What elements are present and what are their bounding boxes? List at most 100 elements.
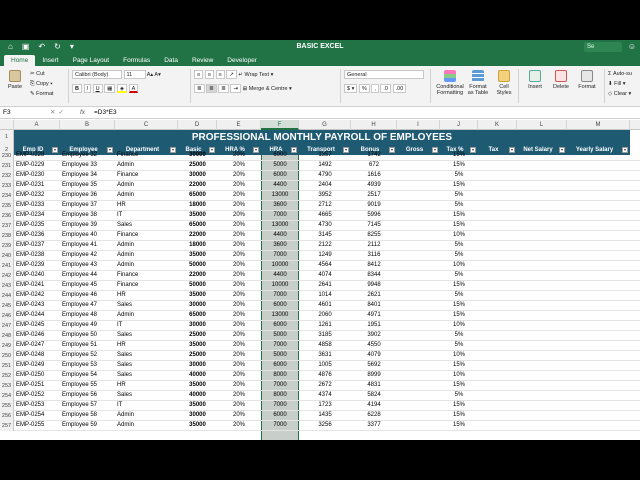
cell-bonus[interactable]: 5996 bbox=[351, 211, 397, 221]
cell-dept[interactable]: Finance bbox=[117, 231, 178, 241]
cell-hra[interactable]: 7000 bbox=[261, 421, 299, 431]
fx-icon[interactable]: fx bbox=[80, 108, 85, 118]
cell-tax[interactable]: 15% bbox=[440, 401, 478, 411]
cell-name[interactable]: Employee 35 bbox=[62, 181, 115, 191]
cell-tax[interactable]: 10% bbox=[440, 321, 478, 331]
cell-hra[interactable]: 10000 bbox=[261, 281, 299, 291]
cell-tr[interactable]: 1492 bbox=[299, 161, 351, 171]
cell-tr[interactable]: 4876 bbox=[299, 371, 351, 381]
cell-basic[interactable]: 22000 bbox=[178, 181, 217, 191]
autosum-button[interactable]: Σ Auto-su bbox=[608, 69, 632, 79]
cell-dept[interactable]: Sales bbox=[117, 331, 178, 341]
cell-tr[interactable]: 1005 bbox=[299, 361, 351, 371]
column-header-m[interactable]: M bbox=[567, 120, 630, 130]
cell-tr[interactable]: 4730 bbox=[299, 221, 351, 231]
cell-name[interactable]: Employee 58 bbox=[62, 411, 115, 421]
font-size-select[interactable]: 11 bbox=[123, 70, 146, 79]
row-header[interactable]: 234 bbox=[0, 191, 14, 201]
cell-name[interactable]: Employee 56 bbox=[62, 391, 115, 401]
cell-hrap[interactable]: 20% bbox=[217, 381, 261, 391]
cell-tax[interactable]: 15% bbox=[440, 161, 478, 171]
cell-id[interactable]: EMP-0233 bbox=[16, 201, 60, 211]
cell-basic[interactable]: 18000 bbox=[178, 241, 217, 251]
cell-id[interactable]: EMP-0231 bbox=[16, 181, 60, 191]
cell-bonus[interactable]: 2621 bbox=[351, 291, 397, 301]
cell-id[interactable]: EMP-0236 bbox=[16, 231, 60, 241]
cell-basic[interactable]: 40000 bbox=[178, 391, 217, 401]
comma-button[interactable]: , bbox=[371, 84, 379, 93]
cell-dept[interactable]: IT bbox=[117, 211, 178, 221]
cell-bonus[interactable]: 672 bbox=[351, 161, 397, 171]
cell-dept[interactable]: Sales bbox=[117, 351, 178, 361]
cell-id[interactable]: EMP-0248 bbox=[16, 351, 60, 361]
cell-dept[interactable]: Admin bbox=[117, 261, 178, 271]
cell-bonus[interactable]: 4079 bbox=[351, 351, 397, 361]
number-format-select[interactable]: General bbox=[344, 70, 424, 79]
cell-name[interactable]: Employee 59 bbox=[62, 421, 115, 431]
cell-dept[interactable]: IT bbox=[117, 401, 178, 411]
cell-basic[interactable]: 35000 bbox=[178, 381, 217, 391]
cell-dept[interactable]: Sales bbox=[117, 371, 178, 381]
cell-hra[interactable]: 10000 bbox=[261, 261, 299, 271]
cell-bonus[interactable]: 4194 bbox=[351, 401, 397, 411]
cell-name[interactable]: Employee 57 bbox=[62, 401, 115, 411]
cell-tax[interactable]: 10% bbox=[440, 371, 478, 381]
copy-button[interactable]: ⎘ Copy ▾ bbox=[30, 79, 54, 89]
cell-id[interactable]: EMP-0235 bbox=[16, 221, 60, 231]
cell-basic[interactable]: 22000 bbox=[178, 271, 217, 281]
cell-basic[interactable]: 35000 bbox=[178, 251, 217, 261]
cell-dept[interactable]: Admin bbox=[117, 241, 178, 251]
align-top-button[interactable]: ≡ bbox=[194, 70, 204, 79]
cell-tax[interactable]: 5% bbox=[440, 191, 478, 201]
cell-hrap[interactable]: 20% bbox=[217, 361, 261, 371]
italic-button[interactable]: I bbox=[83, 84, 92, 93]
cell-dept[interactable]: Sales bbox=[117, 361, 178, 371]
cell-hrap[interactable]: 20% bbox=[217, 271, 261, 281]
cell-bonus[interactable]: 4550 bbox=[351, 341, 397, 351]
cell-tax[interactable]: 10% bbox=[440, 261, 478, 271]
cell-name[interactable]: Employee 53 bbox=[62, 361, 115, 371]
cell-hra[interactable]: 7000 bbox=[261, 401, 299, 411]
cell-tr[interactable]: 1261 bbox=[299, 321, 351, 331]
cell-bonus[interactable]: 8344 bbox=[351, 271, 397, 281]
cell-dept[interactable]: Finance bbox=[117, 281, 178, 291]
cell-tr[interactable]: 4665 bbox=[299, 211, 351, 221]
row-header[interactable]: 246 bbox=[0, 311, 14, 321]
cell-hra[interactable]: 6000 bbox=[261, 301, 299, 311]
cell-id[interactable]: EMP-0253 bbox=[16, 401, 60, 411]
cell-bonus[interactable]: 1616 bbox=[351, 171, 397, 181]
row-header[interactable]: 241 bbox=[0, 261, 14, 271]
cell-basic[interactable]: 35000 bbox=[178, 421, 217, 431]
cancel-confirm-icons[interactable]: ✕✓ bbox=[50, 108, 67, 118]
cell-hrap[interactable]: 20% bbox=[217, 281, 261, 291]
worksheet-grid[interactable]: ABCDEFGHIJKLM PROFESSIONAL MONTHLY PAYRO… bbox=[0, 120, 640, 440]
cell-name[interactable]: Employee 49 bbox=[62, 321, 115, 331]
cell-name[interactable]: Employee 37 bbox=[62, 201, 115, 211]
cell-dept[interactable]: HR bbox=[117, 291, 178, 301]
cell-hra[interactable]: 6000 bbox=[261, 411, 299, 421]
cell-basic[interactable]: 30000 bbox=[178, 321, 217, 331]
row-header[interactable]: 248 bbox=[0, 331, 14, 341]
font-color-button[interactable]: A bbox=[128, 84, 139, 93]
cell-tr[interactable]: 3631 bbox=[299, 351, 351, 361]
row-header[interactable]: 235 bbox=[0, 201, 14, 211]
cell-basic[interactable]: 35000 bbox=[178, 341, 217, 351]
cell-bonus[interactable]: 2517 bbox=[351, 191, 397, 201]
cell-tax[interactable]: 5% bbox=[440, 291, 478, 301]
row-header[interactable]: 1 bbox=[0, 130, 14, 145]
row-header[interactable]: 254 bbox=[0, 391, 14, 401]
row-header[interactable]: 231 bbox=[0, 161, 14, 171]
cell-basic[interactable]: 22000 bbox=[178, 231, 217, 241]
cell-bonus[interactable]: 1951 bbox=[351, 321, 397, 331]
row-header[interactable]: 252 bbox=[0, 371, 14, 381]
wrap-text-button[interactable]: ↵ Wrap Text ▾ bbox=[238, 72, 273, 78]
cell-hrap[interactable]: 20% bbox=[217, 421, 261, 431]
cell-tr[interactable]: 1014 bbox=[299, 291, 351, 301]
column-header-h[interactable]: H bbox=[351, 120, 397, 130]
cell-tax[interactable]: 5% bbox=[440, 341, 478, 351]
row-header[interactable]: 257 bbox=[0, 421, 14, 431]
cell-name[interactable]: Employee 42 bbox=[62, 251, 115, 261]
cell-tax[interactable]: 15% bbox=[440, 311, 478, 321]
align-center-button[interactable]: ≣ bbox=[206, 84, 217, 93]
cell-bonus[interactable]: 8999 bbox=[351, 371, 397, 381]
